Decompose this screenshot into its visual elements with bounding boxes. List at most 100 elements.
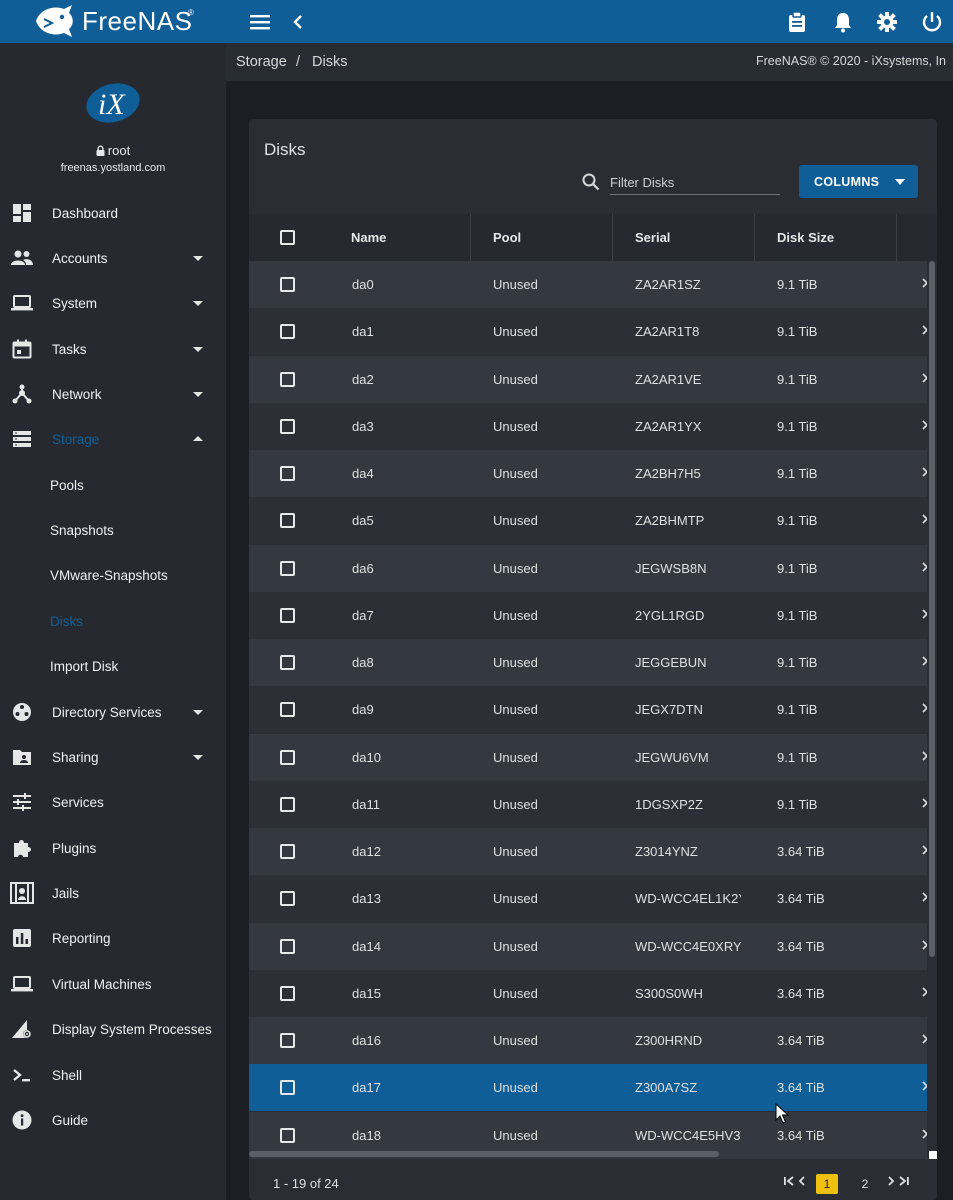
sidebar-item-storage[interactable]: Storage (0, 417, 226, 461)
sidebar-item-tasks[interactable]: Tasks (0, 327, 226, 371)
sidebar-item-jails[interactable]: Jails (0, 871, 226, 915)
cell-serial: ZA2AR1VE (635, 372, 702, 387)
sidebar-item-display-system-processes[interactable]: Display System Processes (0, 1007, 226, 1051)
table-row[interactable]: da13 Unused WD-WCC4EL1K2Y 3.64 TiB (249, 875, 929, 922)
table-row[interactable]: da11 Unused 1DGSXP2Z 9.1 TiB (249, 781, 929, 828)
columns-button[interactable]: COLUMNS (799, 165, 918, 198)
row-checkbox[interactable] (280, 1128, 295, 1143)
cell-name: da14 (352, 939, 381, 954)
sidebar-item-virtual-machines[interactable]: Virtual Machines (0, 962, 226, 1006)
table-row[interactable]: da16 Unused Z300HRND 3.64 TiB (249, 1017, 929, 1064)
menu-icon[interactable] (248, 10, 272, 34)
table-row[interactable]: da10 Unused JEGWU6VM 9.1 TiB (249, 734, 929, 781)
table-row[interactable]: da4 Unused ZA2BH7H5 9.1 TiB (249, 450, 929, 497)
select-all-checkbox[interactable] (280, 230, 295, 245)
row-checkbox[interactable] (280, 324, 295, 339)
row-checkbox[interactable] (280, 655, 295, 670)
breadcrumb-storage[interactable]: Storage (236, 54, 287, 70)
row-checkbox[interactable] (280, 561, 295, 576)
sidebar-item-reporting[interactable]: Reporting (0, 916, 226, 960)
sidebar-item-label: Services (52, 794, 104, 810)
sidebar: iX root freenas.yostland.com Dashboard A… (0, 43, 226, 1200)
sidebar-item-vmware-snapshots[interactable]: VMware-Snapshots (0, 553, 226, 597)
page-1-button[interactable]: 1 (816, 1174, 838, 1194)
sidebar-item-dashboard[interactable]: Dashboard (0, 191, 226, 235)
column-header-disk-size[interactable]: Disk Size (777, 214, 834, 261)
sidebar-item-accounts[interactable]: Accounts (0, 236, 226, 280)
sidebar-item-sharing[interactable]: Sharing (0, 735, 226, 779)
computer-icon (10, 972, 34, 996)
row-checkbox[interactable] (280, 277, 295, 292)
row-checkbox[interactable] (280, 372, 295, 387)
table-row[interactable]: da14 Unused WD-WCC4E0XRYL 3.64 TiB (249, 923, 929, 970)
sidebar-item-label: Accounts (52, 250, 108, 266)
filter-disks-input[interactable] (610, 170, 780, 195)
brand[interactable]: FreeNAS ® (0, 0, 226, 43)
processes-icon (10, 1017, 34, 1041)
row-checkbox[interactable] (280, 419, 295, 434)
table-row[interactable]: da5 Unused ZA2BHMTP 9.1 TiB (249, 497, 929, 544)
table-row[interactable]: da2 Unused ZA2AR1VE 9.1 TiB (249, 356, 929, 403)
cell-pool: Unused (493, 561, 538, 576)
row-checkbox[interactable] (280, 891, 295, 906)
vertical-scrollbar-thumb[interactable] (929, 261, 935, 957)
table-row[interactable]: da0 Unused ZA2AR1SZ 9.1 TiB (249, 261, 929, 308)
next-page-icon[interactable] (884, 1174, 898, 1188)
sidebar-item-network[interactable]: Network (0, 372, 226, 416)
column-header-serial[interactable]: Serial (635, 214, 670, 261)
sidebar-item-pools[interactable]: Pools (0, 463, 226, 507)
clipboard-icon[interactable] (785, 10, 809, 34)
caret-down-icon (193, 392, 203, 397)
sidebar-item-label: Network (52, 386, 102, 402)
row-checkbox[interactable] (280, 608, 295, 623)
row-checkbox[interactable] (280, 986, 295, 1001)
username: root (107, 143, 131, 158)
cell-disk-size: 9.1 TiB (777, 750, 818, 765)
table-row[interactable]: da9 Unused JEGX7DTN 9.1 TiB (249, 686, 929, 733)
cell-serial: Z300A7SZ (635, 1080, 698, 1095)
table-row[interactable]: da6 Unused JEGWSB8N 9.1 TiB (249, 545, 929, 592)
previous-page-icon[interactable] (795, 1174, 809, 1188)
page-2-button[interactable]: 2 (854, 1174, 876, 1194)
sidebar-item-snapshots[interactable]: Snapshots (0, 508, 226, 552)
table-row[interactable]: da17 Unused Z300A7SZ 3.64 TiB (249, 1064, 929, 1111)
table-row[interactable]: da12 Unused Z3014YNZ 3.64 TiB (249, 828, 929, 875)
sidebar-item-directory-services[interactable]: Directory Services (0, 690, 226, 734)
row-checkbox[interactable] (280, 1080, 295, 1095)
sidebar-item-disks[interactable]: Disks (0, 599, 226, 643)
columns-button-label: COLUMNS (814, 174, 880, 189)
sidebar-item-services[interactable]: Services (0, 780, 226, 824)
table-row[interactable]: da1 Unused ZA2AR1T8 9.1 TiB (249, 308, 929, 355)
table-row[interactable]: da7 Unused 2YGL1RGD 9.1 TiB (249, 592, 929, 639)
last-page-icon[interactable] (897, 1174, 911, 1188)
cell-disk-size: 3.64 TiB (777, 986, 825, 1001)
breadcrumb-separator: / (296, 54, 301, 70)
gear-icon[interactable] (875, 10, 899, 34)
sidebar-item-guide[interactable]: Guide (0, 1098, 226, 1142)
row-checkbox[interactable] (280, 939, 295, 954)
freenas-logo-icon (36, 5, 73, 37)
row-checkbox[interactable] (280, 797, 295, 812)
table-row[interactable]: da3 Unused ZA2AR1YX 9.1 TiB (249, 403, 929, 450)
power-icon[interactable] (920, 10, 944, 34)
row-checkbox[interactable] (280, 844, 295, 859)
sidebar-item-system[interactable]: System (0, 281, 226, 325)
first-page-icon[interactable] (782, 1174, 796, 1188)
sidebar-item-import-disk[interactable]: Import Disk (0, 644, 226, 688)
copyright-text: FreeNAS® © 2020 - iXsystems, In (756, 54, 947, 68)
sidebar-item-plugins[interactable]: Plugins (0, 826, 226, 870)
bell-icon[interactable] (831, 10, 855, 34)
row-checkbox[interactable] (280, 702, 295, 717)
back-icon[interactable] (286, 10, 310, 34)
row-checkbox[interactable] (280, 513, 295, 528)
horizontal-scrollbar-thumb[interactable] (249, 1151, 719, 1157)
cell-name: da13 (352, 891, 381, 906)
row-checkbox[interactable] (280, 466, 295, 481)
sidebar-item-shell[interactable]: Shell (0, 1053, 226, 1097)
table-row[interactable]: da15 Unused S300S0WH 3.64 TiB (249, 970, 929, 1017)
table-row[interactable]: da8 Unused JEGGEBUN 9.1 TiB (249, 639, 929, 686)
row-checkbox[interactable] (280, 750, 295, 765)
column-header-pool[interactable]: Pool (493, 214, 521, 261)
column-header-name[interactable]: Name (351, 214, 386, 261)
row-checkbox[interactable] (280, 1033, 295, 1048)
